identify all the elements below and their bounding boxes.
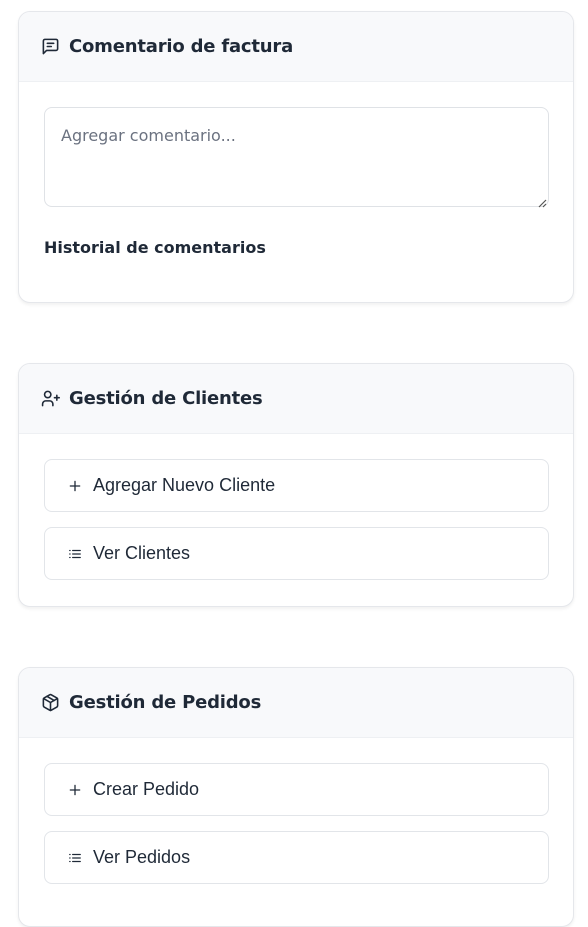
invoice-comment-card: Comentario de factura Historial de comen… <box>18 11 574 303</box>
user-plus-icon <box>40 389 60 409</box>
clients-card: Gestión de Clientes Agregar Nuevo Client… <box>18 363 574 607</box>
add-new-client-button[interactable]: Agregar Nuevo Cliente <box>44 459 549 512</box>
clients-title: Gestión de Clientes <box>69 388 263 409</box>
plus-icon <box>67 782 83 798</box>
package-icon <box>40 693 60 713</box>
comment-input[interactable] <box>44 107 549 207</box>
clients-header: Gestión de Clientes <box>19 364 573 434</box>
invoice-comment-title: Comentario de factura <box>69 36 294 57</box>
view-orders-label: Ver Pedidos <box>93 847 191 867</box>
resize-handle-icon[interactable] <box>537 195 547 208</box>
list-icon <box>67 546 83 562</box>
orders-card: Gestión de Pedidos Crear Pedido Ver Pedi… <box>18 667 574 927</box>
create-order-button[interactable]: Crear Pedido <box>44 763 549 816</box>
orders-header: Gestión de Pedidos <box>19 668 573 738</box>
view-orders-button[interactable]: Ver Pedidos <box>44 831 549 884</box>
comment-history-heading: Historial de comentarios <box>44 238 266 257</box>
list-icon <box>67 850 83 866</box>
add-new-client-label: Agregar Nuevo Cliente <box>93 475 276 495</box>
orders-title: Gestión de Pedidos <box>69 692 262 713</box>
message-square-text-icon <box>40 37 60 57</box>
view-clients-label: Ver Clientes <box>93 543 191 563</box>
create-order-label: Crear Pedido <box>93 779 200 799</box>
invoice-comment-header: Comentario de factura <box>19 12 573 82</box>
view-clients-button[interactable]: Ver Clientes <box>44 527 549 580</box>
plus-icon <box>67 478 83 494</box>
